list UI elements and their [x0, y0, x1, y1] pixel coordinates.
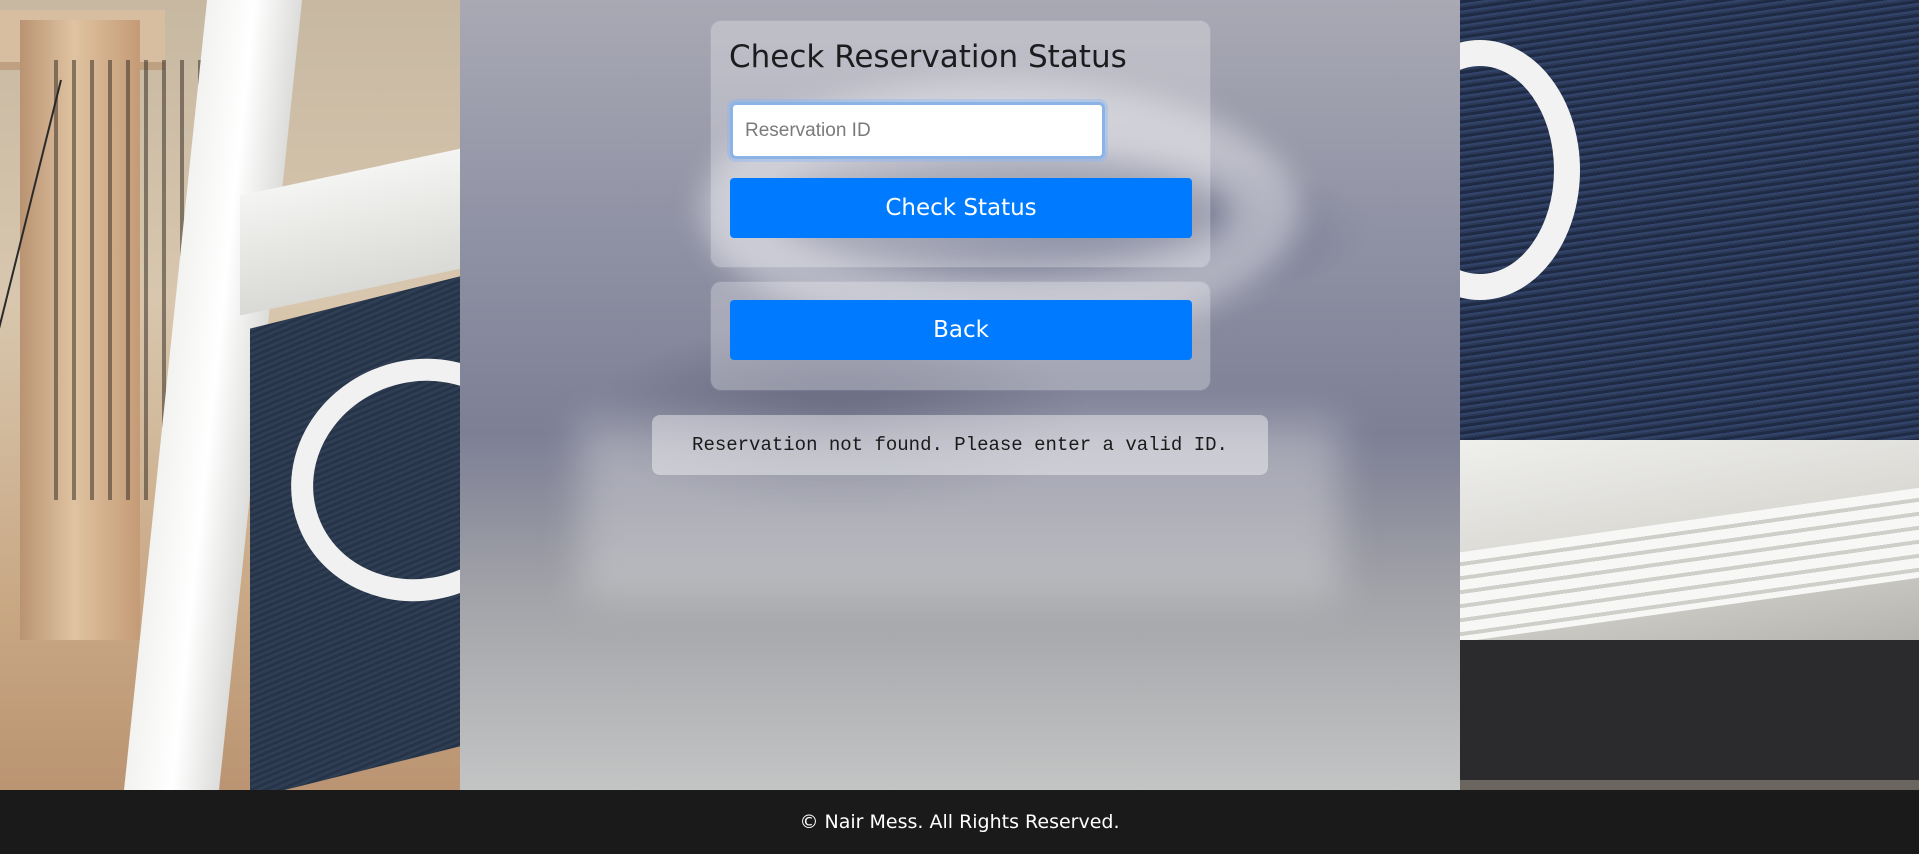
page-title: Check Reservation Status [729, 39, 1127, 75]
back-card: Back [711, 282, 1210, 390]
status-check-card: Check Reservation Status Check Status [711, 21, 1210, 267]
background-lower-right [1460, 640, 1919, 780]
reservation-id-input[interactable] [730, 102, 1105, 159]
status-message-text: Reservation not found. Please enter a va… [692, 434, 1228, 456]
status-message: Reservation not found. Please enter a va… [652, 415, 1268, 475]
check-status-button[interactable]: Check Status [730, 178, 1192, 238]
footer: © Nair Mess. All Rights Reserved. [0, 790, 1919, 854]
back-button[interactable]: Back [730, 300, 1192, 360]
footer-copyright: © Nair Mess. All Rights Reserved. [799, 811, 1120, 833]
